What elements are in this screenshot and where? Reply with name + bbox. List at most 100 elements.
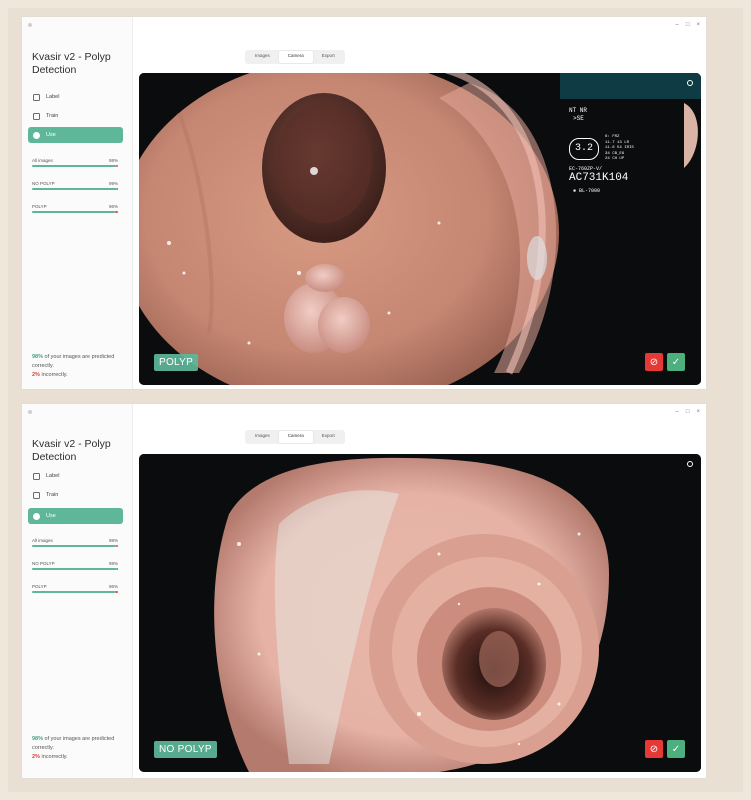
zoom-indicator: 3.2 — [569, 137, 599, 160]
nav-label: Label — [46, 94, 60, 100]
use-icon — [33, 131, 40, 139]
stat-all-images: All images 98% — [32, 538, 118, 547]
nav-label: Use — [46, 132, 56, 138]
incorrect-percent: 2% — [32, 372, 40, 378]
incorrect-text: incorrectly. — [39, 754, 68, 760]
stat-bar — [32, 165, 118, 167]
nav-label: Label — [46, 473, 60, 479]
stat-value: 98% — [108, 158, 118, 163]
stat-value: 98% — [108, 538, 118, 543]
stat-label: POLYP — [32, 584, 47, 589]
stat-bar — [32, 591, 118, 593]
overlay-serial: AC731K104 — [569, 171, 629, 184]
close-button[interactable]: × — [696, 22, 700, 28]
train-icon — [33, 112, 40, 120]
maximize-button[interactable]: □ — [686, 22, 690, 28]
app-window-no-polyp: Kvasir v2 - Polyp Detection Label Train … — [22, 404, 706, 778]
app-menu-icon[interactable] — [28, 23, 32, 27]
correct-text: of your images are predicted correctly. — [32, 736, 115, 751]
settings-icon[interactable] — [687, 80, 693, 86]
accuracy-summary: 98% of your images are predicted correct… — [32, 735, 124, 762]
app-window-polyp: Kvasir v2 - Polyp Detection Label Train … — [22, 17, 706, 389]
nav-label: Use — [46, 513, 56, 519]
window-controls: – □ × — [676, 409, 700, 415]
stat-value: 96% — [108, 204, 118, 209]
endoscope-overlay: NT NR >SE 3.2 6: FRZ 11.7 13 LR 11.6 54 … — [569, 107, 689, 194]
use-icon — [33, 512, 40, 520]
nav-label: Train — [46, 492, 59, 498]
overlay-line1: NT NR — [569, 107, 588, 114]
camera-viewer: NO POLYP ⊘ ✓ — [139, 454, 701, 772]
accuracy-summary: 98% of your images are predicted correct… — [32, 353, 124, 380]
prediction-label: POLYP — [154, 354, 199, 371]
tab-export[interactable]: Export — [313, 431, 344, 443]
correct-text: of your images are predicted correctly. — [32, 354, 115, 369]
stat-all-images: All images 98% — [32, 158, 118, 167]
review-buttons: ⊘ ✓ — [645, 353, 685, 371]
stat-label: All images — [32, 538, 53, 543]
label-icon — [33, 93, 40, 101]
tab-camera[interactable]: Camera — [278, 431, 313, 443]
app-title: Kvasir v2 - Polyp Detection — [32, 51, 111, 76]
overlay-line2: >SE — [573, 115, 584, 122]
stat-no-polyp: NO POLYP 99% — [32, 561, 118, 570]
overlay-info: 6: FRZ 11.7 13 LR 11.6 54 IRIS 34 CB_E6 … — [605, 135, 634, 161]
prediction-label: NO POLYP — [154, 741, 217, 758]
stat-label: NO POLYP — [32, 181, 55, 186]
overlay-light: ✺ BL-7000 — [573, 187, 601, 194]
stat-label: POLYP — [32, 204, 47, 209]
nav-item-label[interactable]: Label — [28, 89, 123, 105]
stat-bar — [32, 211, 118, 213]
stat-polyp: POLYP 96% — [32, 584, 118, 593]
settings-icon[interactable] — [687, 461, 693, 467]
reject-button[interactable]: ⊘ — [645, 353, 663, 371]
stat-polyp: POLYP 96% — [32, 204, 118, 213]
check-icon: ✓ — [671, 743, 681, 755]
nav-item-use[interactable]: Use — [28, 508, 123, 524]
review-buttons: ⊘ ✓ — [645, 740, 685, 758]
nav-item-label[interactable]: Label — [28, 468, 123, 484]
stat-value: 99% — [108, 561, 118, 566]
tab-images[interactable]: Images — [246, 51, 279, 63]
stat-label: All images — [32, 158, 53, 163]
correct-percent: 98% — [32, 736, 44, 742]
view-tabs: Images Camera Export — [245, 50, 345, 64]
endoscopy-image — [139, 454, 701, 772]
reject-button[interactable]: ⊘ — [645, 740, 663, 758]
stat-value: 99% — [108, 181, 118, 186]
app-menu-icon[interactable] — [28, 410, 32, 414]
train-icon — [33, 491, 40, 499]
stat-bar — [32, 568, 118, 570]
stat-bar — [32, 188, 118, 190]
nav-item-train[interactable]: Train — [28, 108, 123, 124]
incorrect-percent: 2% — [32, 754, 40, 760]
sidebar: Kvasir v2 - Polyp Detection Label Train … — [22, 17, 133, 389]
stat-label: NO POLYP — [32, 561, 55, 566]
tab-export[interactable]: Export — [313, 51, 344, 63]
stat-value: 96% — [108, 584, 118, 589]
app-title: Kvasir v2 - Polyp Detection — [32, 438, 111, 463]
accept-button[interactable]: ✓ — [667, 353, 685, 371]
stat-bar — [32, 545, 118, 547]
label-icon — [33, 472, 40, 480]
check-icon: ✓ — [671, 356, 681, 368]
reject-icon: ⊘ — [649, 743, 659, 755]
camera-viewer: NT NR >SE 3.2 6: FRZ 11.7 13 LR 11.6 54 … — [139, 73, 701, 385]
close-button[interactable]: × — [696, 409, 700, 415]
minimize-button[interactable]: – — [676, 409, 679, 415]
sidebar: Kvasir v2 - Polyp Detection Label Train … — [22, 404, 133, 778]
maximize-button[interactable]: □ — [686, 409, 690, 415]
incorrect-text: incorrectly. — [39, 372, 68, 378]
accept-button[interactable]: ✓ — [667, 740, 685, 758]
nav-label: Train — [46, 113, 59, 119]
minimize-button[interactable]: – — [676, 22, 679, 28]
window-controls: – □ × — [676, 22, 700, 28]
tab-images[interactable]: Images — [246, 431, 279, 443]
nav-item-use[interactable]: Use — [28, 127, 123, 143]
view-tabs: Images Camera Export — [245, 430, 345, 444]
reject-icon: ⊘ — [649, 356, 659, 368]
nav-item-train[interactable]: Train — [28, 487, 123, 503]
correct-percent: 98% — [32, 354, 44, 360]
stat-no-polyp: NO POLYP 99% — [32, 181, 118, 190]
tab-camera[interactable]: Camera — [278, 51, 313, 63]
